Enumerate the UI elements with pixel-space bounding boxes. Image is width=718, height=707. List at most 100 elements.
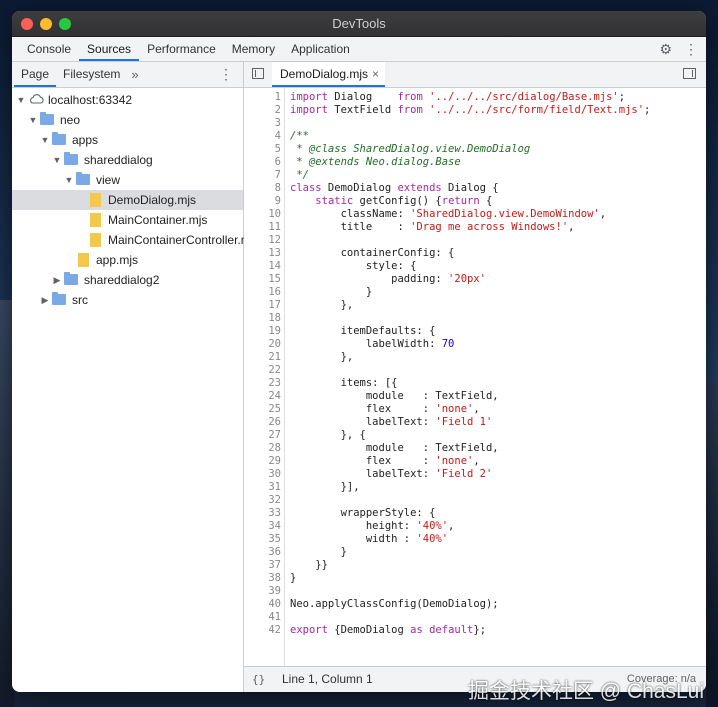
code-line: 3 (244, 117, 706, 130)
code-text: labelText: 'Field 1' (290, 416, 493, 428)
code-line: 11 title : 'Drag me across Windows!', (244, 221, 706, 234)
code-line: 25 flex : 'none', (244, 403, 706, 416)
folder-icon (64, 272, 78, 285)
code-area[interactable]: 1 import Dialog from '../../../src/dialog… (244, 88, 706, 666)
close-tab-icon[interactable]: × (372, 67, 379, 81)
tab-performance[interactable]: Performance (139, 37, 224, 61)
navigator-toggle-icon[interactable] (252, 68, 264, 79)
line-number: 8 (274, 182, 281, 194)
tab-filesystem[interactable]: Filesystem (56, 62, 127, 87)
line-number: 10 (268, 208, 281, 220)
code-line: 35 width : '40%' (244, 533, 706, 546)
code-text: } (290, 286, 373, 298)
code-line: 15 padding: '20px' (244, 273, 706, 286)
tree-item-label: neo (60, 113, 81, 127)
tab-memory[interactable]: Memory (224, 37, 283, 61)
code-line: 10 className: 'SharedDialog.view.DemoWin… (244, 208, 706, 221)
code-line: 19 itemDefaults: { (244, 325, 706, 338)
tree-item[interactable]: MainContainer.mjs (12, 210, 243, 230)
kebab-menu-icon[interactable]: ⋮ (684, 41, 698, 58)
folder-icon (52, 292, 66, 305)
tree-item[interactable]: MainContainerController.mjs (12, 230, 259, 250)
main-tab-bar: Console Sources Performance Memory Applicati… (12, 37, 706, 62)
tree-item-label: app.mjs (96, 253, 139, 267)
code-text: flex : 'none', (290, 403, 480, 415)
code-line: 29 flex : 'none', (244, 455, 706, 468)
code-line: 34 height: '40%', (244, 520, 706, 533)
expanded-arrow-icon[interactable]: ▼ (40, 130, 50, 150)
collapsed-arrow-icon[interactable]: ▶ (52, 270, 62, 290)
line-number: 19 (268, 325, 281, 337)
line-number: 25 (268, 403, 281, 415)
code-text: title : 'Drag me across Windows!', (290, 221, 575, 233)
code-text: * @class SharedDialog.view.DemoDialog (290, 143, 531, 155)
pretty-print-button[interactable]: {} (252, 667, 265, 692)
expanded-arrow-icon[interactable]: ▼ (16, 90, 26, 110)
code-line: 7 */ (244, 169, 706, 182)
tree-item-label: src (72, 293, 88, 307)
tree-item[interactable]: DemoDialog.mjs (12, 190, 243, 210)
code-text: width : '40%' (290, 533, 449, 545)
line-number: 38 (268, 572, 281, 584)
collapsed-arrow-icon[interactable]: ▶ (40, 290, 50, 310)
line-number: 35 (268, 533, 281, 545)
editor-tab-label: DemoDialog.mjs (280, 67, 369, 81)
line-number: 20 (268, 338, 281, 350)
code-text: }} (290, 559, 328, 571)
cursor-position: Line 1, Column 1 (282, 672, 373, 686)
tree-item[interactable]: app.mjs (12, 250, 243, 270)
code-line: 9 static getConfig() {return { (244, 195, 706, 208)
line-number: 17 (268, 299, 281, 311)
code-line: 21 }, (244, 351, 706, 364)
expanded-arrow-icon[interactable]: ▼ (52, 150, 62, 170)
code-text: height: '40%', (290, 520, 455, 532)
code-text: } (290, 572, 297, 584)
code-line: 37 }} (244, 559, 706, 572)
window-title: DevTools (332, 16, 386, 31)
code-text: itemDefaults: { (290, 325, 436, 337)
code-text: } (290, 546, 347, 558)
line-number: 37 (268, 559, 281, 571)
code-line: 39 (244, 585, 706, 598)
expanded-arrow-icon[interactable]: ▼ (28, 110, 38, 130)
code-line: 6 * @extends Neo.dialog.Base (244, 156, 706, 169)
debugger-toggle-icon[interactable] (683, 68, 696, 79)
code-line: 24 module : TextField, (244, 390, 706, 403)
line-number: 33 (268, 507, 281, 519)
tree-item[interactable]: ▼ apps (12, 130, 243, 150)
code-line: 33 wrapperStyle: { (244, 507, 706, 520)
expanded-arrow-icon[interactable]: ▼ (64, 170, 74, 190)
editor-tab-demodialog[interactable]: DemoDialog.mjs × (272, 62, 386, 87)
line-number: 7 (274, 169, 281, 181)
tree-item-label: apps (72, 133, 99, 147)
sources-sidebar: Page Filesystem » ⋮ ▼ localhost:63342 ▼ neo… (12, 62, 259, 692)
file-icon (90, 233, 101, 247)
gear-icon[interactable]: ⚙ (659, 41, 672, 58)
tree-item[interactable]: ▼ shareddialog (12, 150, 243, 170)
tree-item[interactable]: ▶ shareddialog2 (12, 270, 243, 290)
line-number: 41 (268, 611, 281, 623)
code-line: 22 (244, 364, 706, 377)
more-tabs-button[interactable]: » (127, 62, 142, 87)
file-tree: ▼ localhost:63342 ▼ neo ▼ apps ▼ shareddialog ▼ v… (12, 88, 259, 310)
code-line: 16 } (244, 286, 706, 299)
tree-item[interactable]: ▼ neo (12, 110, 243, 130)
tree-item[interactable]: ▼ view (12, 170, 243, 190)
line-number: 1 (274, 91, 281, 103)
tree-item-label: MainContainer.mjs (108, 213, 208, 227)
tab-application[interactable]: Application (283, 37, 358, 61)
folder-icon (64, 152, 78, 165)
tab-console[interactable]: Console (19, 37, 79, 61)
title-bar: DevTools (12, 11, 706, 37)
tree-item[interactable]: ▶ src (12, 290, 243, 310)
line-number: 15 (268, 273, 281, 285)
tab-page[interactable]: Page (14, 62, 57, 87)
tab-sources[interactable]: Sources (79, 37, 140, 61)
devtools-window: DevTools Console Sources Performance Memory… (12, 11, 706, 692)
code-line: 17 }, (244, 299, 706, 312)
code-text: flex : 'none', (290, 455, 480, 467)
tree-item[interactable]: ▼ localhost:63342 (12, 90, 243, 110)
line-number: 34 (268, 520, 281, 532)
kebab-menu-icon[interactable]: ⋮ (219, 62, 233, 87)
toolbar-right: ⚙ ⋮ (659, 37, 698, 61)
